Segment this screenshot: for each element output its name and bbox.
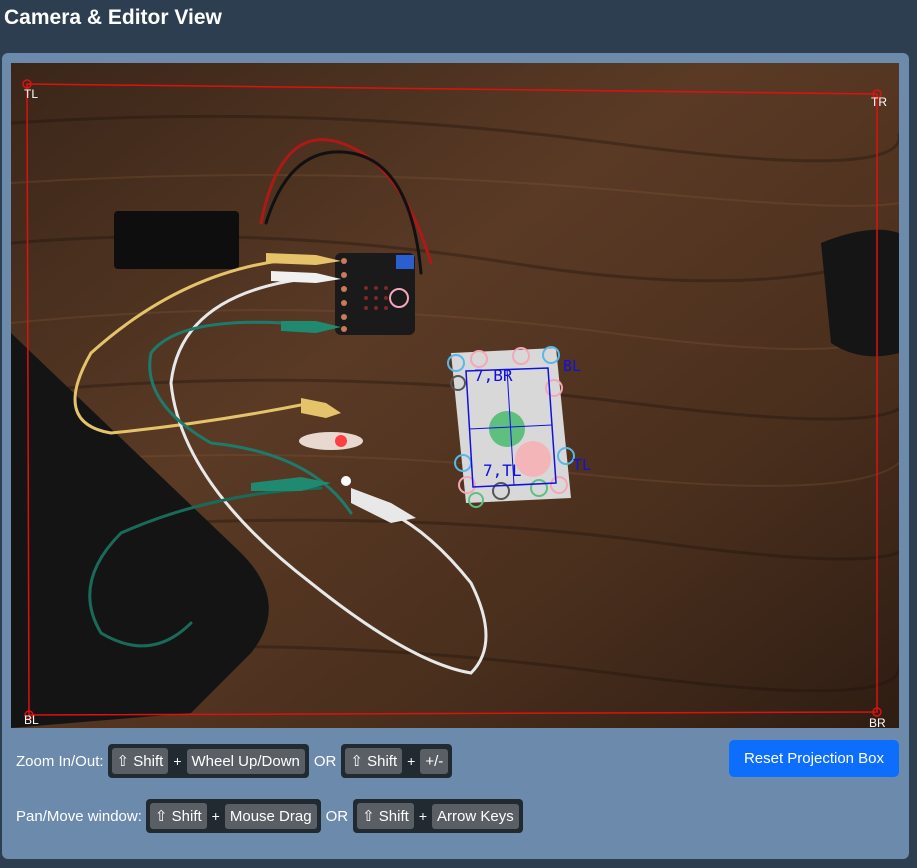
zoom-instructions: Zoom In/Out: ⇧ Shift + Wheel Up/Down OR …	[16, 744, 453, 778]
corner-label-tl[interactable]: TL	[24, 87, 38, 101]
mouse-drag-key: Mouse Drag	[224, 803, 317, 829]
plus-sign: +	[173, 753, 182, 769]
shift-key: ⇧ Shift	[357, 803, 414, 829]
arrow-keys-key: Arrow Keys	[432, 803, 519, 829]
shift-key: ⇧ Shift	[345, 748, 403, 774]
or-text: OR	[313, 752, 337, 770]
camera-scene: 7,BR 7,TL BL TL	[11, 63, 899, 728]
zoom-combo-wheel: ⇧ Shift + Wheel Up/Down	[107, 744, 309, 778]
shift-key: ⇧ Shift	[111, 748, 169, 774]
pan-combo-drag: ⇧ Shift + Mouse Drag	[145, 799, 321, 833]
corner-label-br[interactable]: BR	[869, 716, 886, 728]
plus-sign: +	[407, 753, 416, 769]
battery-pack	[114, 211, 239, 269]
dark-object	[821, 229, 899, 357]
zoom-combo-keys: ⇧ Shift + +/-	[341, 744, 453, 778]
corner-label-tr[interactable]: TR	[871, 95, 887, 109]
reset-projection-button[interactable]: Reset Projection Box	[729, 740, 899, 777]
pan-instructions: Pan/Move window: ⇧ Shift + Mouse Drag OR…	[16, 799, 523, 833]
plus-minus-key: +/-	[420, 748, 449, 774]
zoom-label: Zoom In/Out:	[16, 752, 104, 770]
corner-label-bl[interactable]: BL	[24, 713, 39, 727]
shift-key: ⇧ Shift	[149, 803, 207, 829]
marker-label-right-bottom: TL	[573, 456, 591, 474]
or-text: OR	[325, 807, 349, 825]
pan-combo-arrows: ⇧ Shift + Arrow Keys	[353, 799, 523, 833]
pan-label: Pan/Move window:	[16, 807, 142, 825]
plus-sign: +	[418, 808, 428, 824]
marker-label-right-top: BL	[563, 357, 581, 375]
plus-sign: +	[211, 808, 220, 824]
camera-feed[interactable]: 7,BR 7,TL BL TL TL TR BL BR	[11, 63, 899, 728]
marker-label-top: 7,BR	[474, 366, 513, 385]
wheel-key: Wheel Up/Down	[186, 748, 305, 774]
page-title: Camera & Editor View	[4, 6, 222, 29]
marker-label-bottom: 7,TL	[483, 461, 522, 480]
